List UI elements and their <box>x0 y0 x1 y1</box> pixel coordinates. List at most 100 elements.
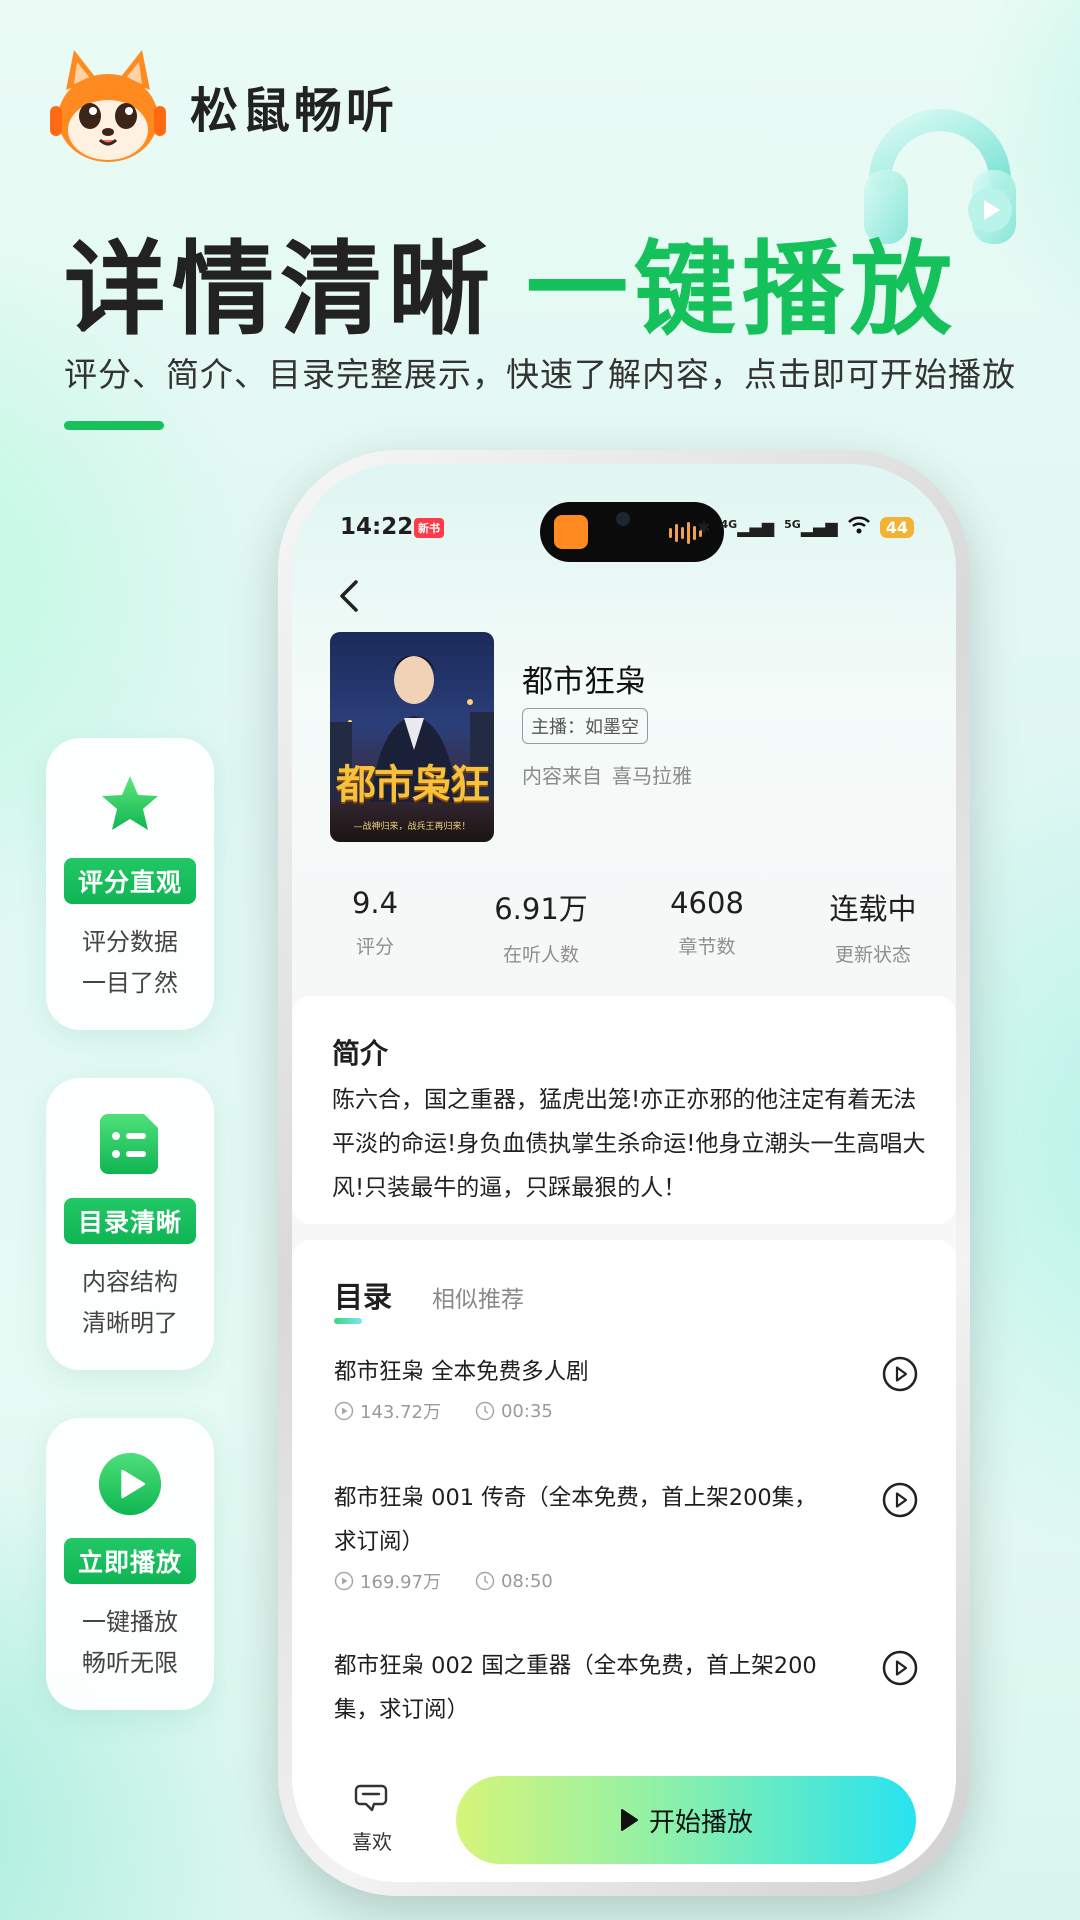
feature-desc: 评分数据 一目了然 <box>82 922 178 1004</box>
back-arrow-icon[interactable] <box>334 576 364 616</box>
squirrel-logo-icon <box>44 44 172 168</box>
stat-label: 评分 <box>355 936 394 958</box>
catalog-icon <box>98 1112 162 1176</box>
stat-chapters: 4608 章节数 <box>624 886 790 967</box>
status-time: 14:22 <box>340 514 414 540</box>
play-count: 143.72万 <box>334 1398 441 1424</box>
anchor-tag[interactable]: 主播：如墨空 <box>522 708 648 744</box>
signal-4g-icon: 4G▂▄▆ <box>720 517 775 537</box>
source-name: 喜马拉雅 <box>612 764 692 788</box>
episode-item[interactable]: 都市狂枭 002 国之重器（全本免费，首上架200集，求订阅） <box>334 1644 918 1732</box>
brand: 松鼠畅听 <box>44 44 398 168</box>
stat-value: 连载中 <box>829 892 917 926</box>
play-icon <box>620 1809 638 1831</box>
stat-listeners: 6.91万 在听人数 <box>458 886 624 967</box>
battery-icon: 44 <box>879 516 914 538</box>
clock-icon <box>475 1571 495 1591</box>
feature-desc-line1: 评分数据 <box>82 928 178 956</box>
tab-catalog[interactable]: 目录 <box>334 1274 392 1324</box>
headline: 详情清晰 一键播放 <box>64 208 958 355</box>
duration: 08:50 <box>475 1571 553 1592</box>
feature-card-rating: 评分直观 评分数据 一目了然 <box>46 738 214 1030</box>
feature-card-catalog: 目录清晰 内容结构 清晰明了 <box>46 1078 214 1370</box>
duration-value: 08:50 <box>500 1570 553 1592</box>
like-label: 喜欢 <box>352 1830 392 1854</box>
title-underline <box>64 421 164 430</box>
play-count-icon <box>334 1571 354 1591</box>
phone-screen: 14:22 新书 ✱ 4G▂▄▆ 5G▂▄▆ 44 都市枭狂 —战神归来，战兵王… <box>292 464 956 1882</box>
status-bar: 14:22 新书 ✱ 4G▂▄▆ 5G▂▄▆ 44 <box>292 502 956 562</box>
catalog-tabs: 目录 相似推荐 <box>334 1274 524 1324</box>
episode-item[interactable]: 都市狂枭 001 传奇（全本免费，首上架200集，求订阅） 169.97万 08… <box>334 1476 918 1594</box>
episode-title: 都市狂枭 001 传奇（全本免费，首上架200集，求订阅） <box>334 1485 817 1555</box>
feature-desc-line2: 清晰明了 <box>82 1309 178 1337</box>
play-count: 169.97万 <box>334 1568 441 1594</box>
like-icon <box>354 1784 388 1812</box>
wifi-icon <box>847 516 870 538</box>
content-source: 内容来自 喜马拉雅 <box>522 760 692 789</box>
episode-title: 都市狂枭 全本免费多人剧 <box>334 1359 589 1385</box>
play-episode-icon[interactable] <box>882 1482 918 1518</box>
episode-title: 都市狂枭 002 国之重器（全本免费，首上架200集，求订阅） <box>334 1653 817 1723</box>
intro-text[interactable]: 陈六合，国之重器，猛虎出笼!亦正亦邪的他注定有着无法平淡的命运!身负血债执掌生杀… <box>332 1078 930 1210</box>
episode-item[interactable]: 都市狂枭 全本免费多人剧 143.72万 00:35 <box>334 1350 918 1424</box>
book-stats: 9.4 评分 6.91万 在听人数 4608 章节数 连载中 更新状态 <box>292 886 956 967</box>
bluetooth-icon: ✱ <box>697 517 711 537</box>
start-play-button[interactable]: 开始播放 <box>456 1776 916 1864</box>
stat-label: 在听人数 <box>502 944 579 966</box>
like-button[interactable]: 喜欢 <box>342 1778 402 1855</box>
stat-value: 9.4 <box>351 886 399 920</box>
cover-title: 都市枭狂 <box>336 761 490 808</box>
play-count-value: 143.72万 <box>360 1402 441 1423</box>
headline-part2: 一键播放 <box>526 231 958 350</box>
stat-rating: 9.4 评分 <box>292 886 458 967</box>
episode-meta: 143.72万 00:35 <box>334 1398 918 1424</box>
feature-desc-line1: 内容结构 <box>82 1268 178 1296</box>
play-count-icon <box>334 1401 354 1421</box>
feature-desc: 内容结构 清晰明了 <box>82 1262 178 1344</box>
status-icons: ✱ 4G▂▄▆ 5G▂▄▆ 44 <box>697 516 914 538</box>
stat-label: 更新状态 <box>834 944 911 966</box>
phone-frame: 14:22 新书 ✱ 4G▂▄▆ 5G▂▄▆ 44 都市枭狂 —战神归来，战兵王… <box>278 450 970 1896</box>
camera-icon <box>616 512 630 526</box>
source-label: 内容来自 <box>522 764 602 788</box>
feature-desc-line2: 畅听无限 <box>82 1649 178 1677</box>
duration-value: 00:35 <box>500 1400 553 1422</box>
feature-desc-line2: 一目了然 <box>82 969 178 997</box>
new-book-badge: 新书 <box>414 518 444 538</box>
feature-tag: 立即播放 <box>64 1538 196 1584</box>
star-icon <box>98 772 162 836</box>
stat-value: 6.91万 <box>494 892 588 926</box>
duration: 00:35 <box>475 1401 553 1422</box>
clock-icon <box>475 1401 495 1421</box>
signal-5g-label: 5G <box>784 517 801 531</box>
play-episode-icon[interactable] <box>882 1356 918 1392</box>
play-circle-icon <box>98 1452 162 1516</box>
book-title: 都市狂枭 <box>522 664 646 700</box>
subline: 评分、简介、目录完整展示，快速了解内容，点击即可开始播放 <box>64 355 1016 394</box>
brand-name: 松鼠畅听 <box>190 83 399 139</box>
signal-5g-icon: 5G▂▄▆ <box>784 517 838 537</box>
bottom-action-bar: 喜欢 开始播放 <box>292 1762 956 1882</box>
headline-part1: 详情清晰 <box>64 231 496 350</box>
feature-desc: 一键播放 畅听无限 <box>82 1602 178 1684</box>
app-mini-icon <box>554 515 588 549</box>
cover-subtitle: —战神归来，战兵王再归来！ <box>353 822 471 832</box>
intro-card: 简介 陈六合，国之重器，猛虎出笼!亦正亦邪的他注定有着无法平淡的命运!身负血债执… <box>292 996 956 1224</box>
play-count-value: 169.97万 <box>360 1572 441 1593</box>
tab-similar[interactable]: 相似推荐 <box>432 1280 524 1314</box>
start-play-label: 开始播放 <box>648 1807 753 1838</box>
feature-tag: 目录清晰 <box>64 1198 196 1244</box>
stat-label: 章节数 <box>678 936 736 958</box>
stat-value: 4608 <box>670 886 744 920</box>
feature-tag: 评分直观 <box>64 858 196 904</box>
intro-heading: 简介 <box>332 1037 389 1070</box>
cover-art-icon <box>330 655 494 802</box>
stat-update-status: 连载中 更新状态 <box>790 886 956 967</box>
signal-4g-label: 4G <box>720 517 738 531</box>
feature-card-play: 立即播放 一键播放 畅听无限 <box>46 1418 214 1710</box>
book-cover[interactable]: 都市枭狂 —战神归来，战兵王再归来！ <box>330 632 494 842</box>
feature-desc-line1: 一键播放 <box>82 1608 178 1636</box>
play-episode-icon[interactable] <box>882 1650 918 1686</box>
episode-meta: 169.97万 08:50 <box>334 1568 918 1594</box>
